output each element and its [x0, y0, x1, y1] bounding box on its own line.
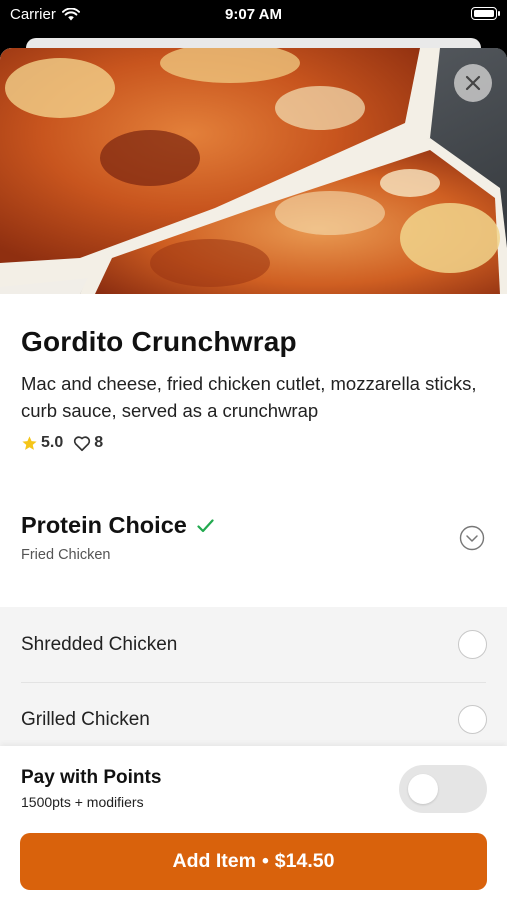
item-detail-sheet: Gordito Crunchwrap Mac and cheese, fried… — [0, 48, 507, 900]
protein-selected-value: Fried Chicken — [21, 547, 111, 563]
option-label: Shredded Chicken — [21, 633, 178, 655]
toggle-knob — [408, 774, 438, 804]
option-label: Grilled Chicken — [21, 708, 150, 730]
option-shredded-chicken[interactable]: Shredded Chicken — [0, 607, 507, 682]
rating-value: 5.0 — [41, 434, 64, 451]
rating: 5.0 — [21, 434, 63, 452]
item-title: Gordito Crunchwrap — [21, 326, 297, 357]
item-description: Mac and cheese, fried chicken cutlet, mo… — [21, 373, 477, 421]
checkout-footer: Pay with Points 1500pts + modifiers Add … — [0, 746, 507, 900]
battery-icon — [471, 7, 500, 20]
likes[interactable]: 8 — [73, 434, 103, 452]
star-icon — [22, 435, 37, 450]
chevron-down-circle-icon[interactable] — [459, 525, 485, 551]
heart-icon — [74, 435, 91, 451]
pay-with-points-toggle[interactable] — [399, 765, 487, 813]
radio-button[interactable] — [458, 705, 487, 734]
add-item-separator: • — [261, 850, 269, 872]
protein-choice-section[interactable]: Protein Choice Fried Chicken — [0, 512, 507, 592]
close-button[interactable] — [454, 64, 492, 102]
add-item-price: $14.50 — [274, 850, 335, 872]
likes-count: 8 — [94, 434, 104, 451]
pay-with-points: Pay with Points 1500pts + modifiers — [21, 767, 161, 810]
protein-choice-label: Protein Choice — [21, 512, 187, 538]
checkmark-icon — [197, 518, 214, 532]
item-meta: 5.0 8 — [21, 434, 486, 452]
close-icon — [465, 75, 481, 91]
item-info: Gordito Crunchwrap Mac and cheese, fried… — [0, 294, 507, 452]
hero-image — [0, 48, 507, 294]
status-time: 9:07 AM — [225, 6, 282, 23]
food-photo — [0, 48, 507, 294]
protein-choice-heading: Protein Choice — [21, 512, 486, 539]
pay-with-points-label: Pay with Points — [21, 767, 162, 788]
protein-options-list: Shredded Chicken Grilled Chicken — [0, 607, 507, 757]
add-item-button[interactable]: Add Item • $14.50 — [20, 833, 487, 890]
radio-button[interactable] — [458, 630, 487, 659]
add-item-label: Add Item — [172, 850, 256, 872]
pay-with-points-sub: 1500pts + modifiers — [21, 794, 144, 810]
status-bar: Carrier 9:07 AM — [0, 0, 507, 30]
